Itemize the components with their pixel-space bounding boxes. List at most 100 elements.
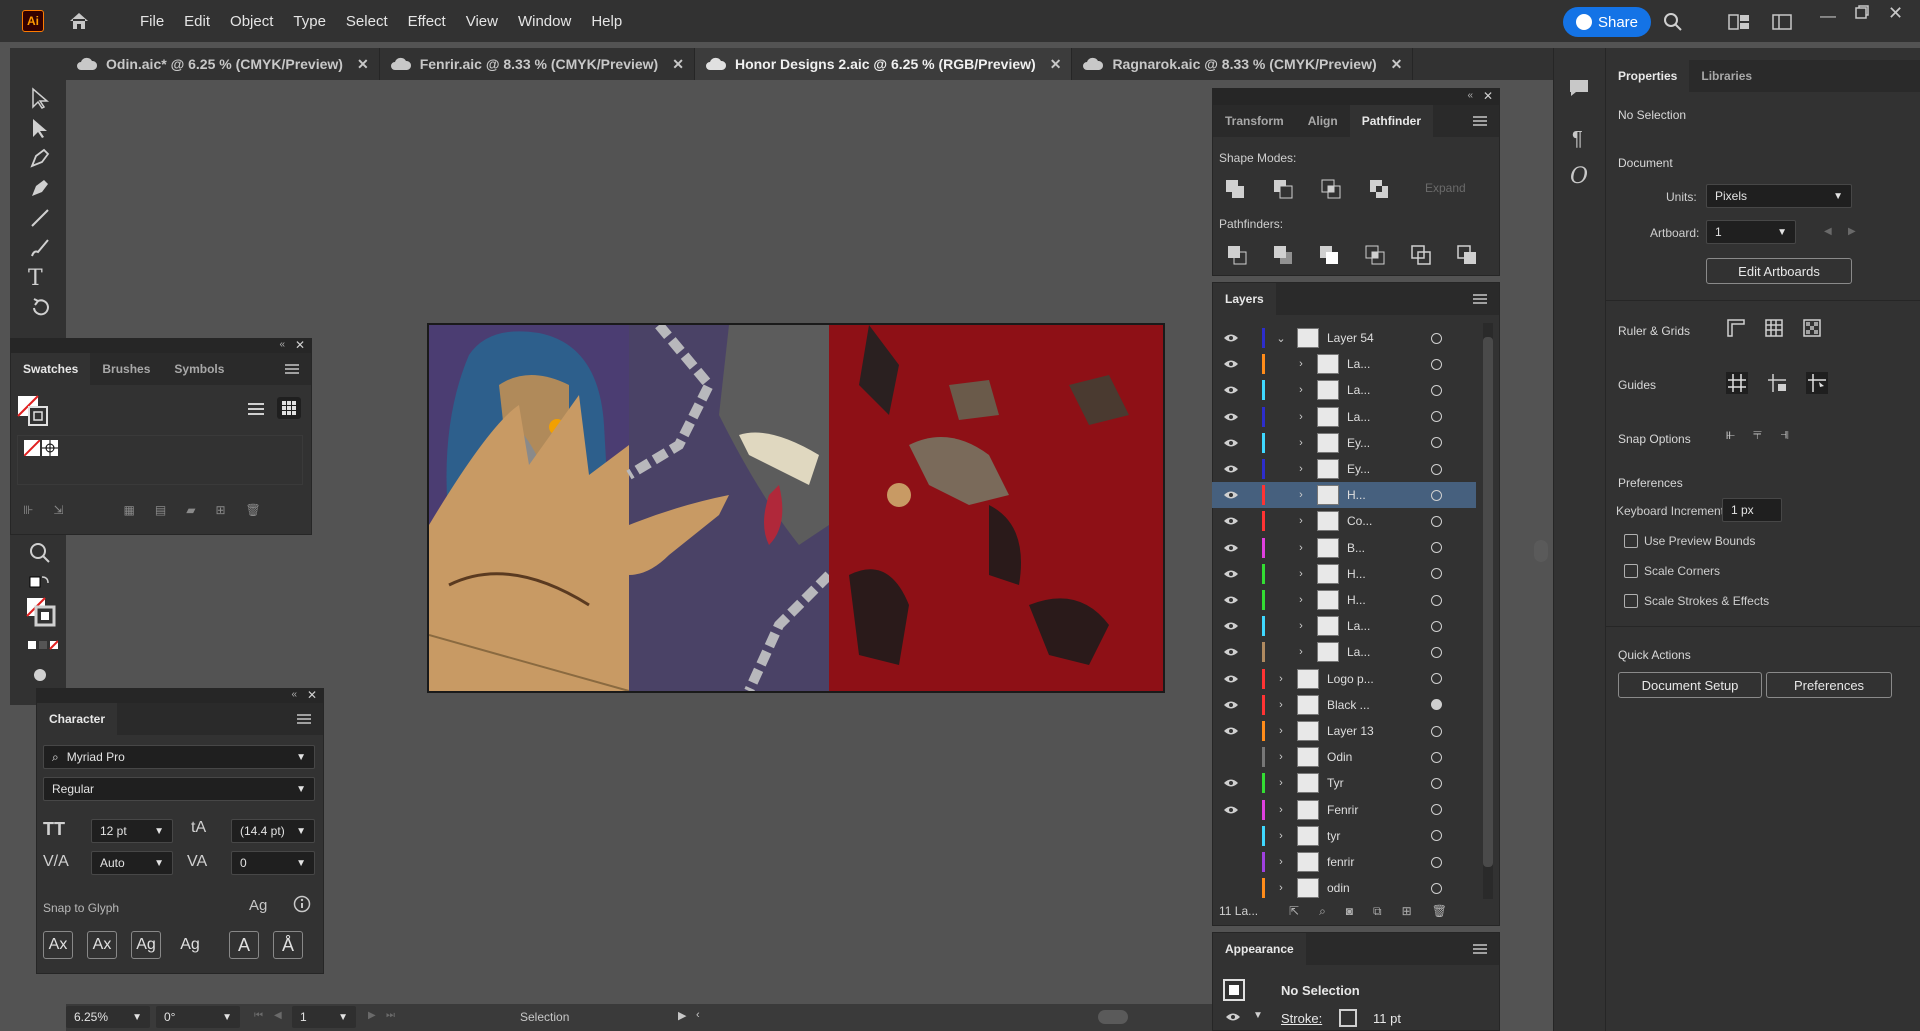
fill-stroke-swatch[interactable] bbox=[17, 395, 49, 427]
maximize-icon[interactable] bbox=[1855, 5, 1869, 19]
layer-row[interactable]: › H... bbox=[1212, 482, 1476, 509]
eye-icon[interactable] bbox=[1212, 359, 1250, 369]
workspace-icon[interactable] bbox=[1772, 14, 1792, 30]
chevron-right-icon[interactable]: › bbox=[1291, 620, 1311, 632]
target-icon[interactable] bbox=[1431, 882, 1442, 894]
target-icon[interactable] bbox=[1431, 332, 1442, 344]
share-button[interactable]: Share bbox=[1563, 7, 1651, 37]
target-icon[interactable] bbox=[1431, 515, 1442, 527]
stroke-label[interactable]: Stroke: bbox=[1281, 1011, 1322, 1026]
target-icon[interactable] bbox=[1431, 751, 1442, 763]
tab-transform[interactable]: Transform bbox=[1213, 105, 1296, 137]
target-icon[interactable] bbox=[1431, 673, 1442, 685]
layer-name[interactable]: Logo p... bbox=[1327, 672, 1407, 686]
target-icon[interactable] bbox=[1431, 830, 1442, 842]
snap-anchor-icon[interactable]: Å bbox=[273, 931, 303, 959]
leading-field[interactable]: (14.4 pt) ▼ bbox=[231, 819, 315, 843]
layer-row[interactable]: › odin bbox=[1212, 875, 1476, 901]
outline-icon[interactable] bbox=[1411, 245, 1431, 265]
menu-help[interactable]: Help bbox=[581, 13, 632, 30]
layer-name[interactable]: Black ... bbox=[1327, 698, 1407, 712]
scale-corners-checkbox[interactable] bbox=[1624, 564, 1638, 578]
list-view-icon[interactable] bbox=[247, 401, 265, 417]
snap-to-glyph-icon[interactable]: ⫣ bbox=[1780, 426, 1790, 444]
place-swatches-icon[interactable]: ⇲ bbox=[53, 503, 63, 525]
comments-icon[interactable] bbox=[1568, 78, 1590, 98]
use-preview-bounds-checkbox[interactable] bbox=[1624, 534, 1638, 548]
arrange-documents-icon[interactable] bbox=[1728, 14, 1750, 30]
keyboard-increment-field[interactable]: 1 px bbox=[1722, 498, 1782, 522]
layer-name[interactable]: tyr bbox=[1327, 829, 1407, 843]
previous-artboard-icon[interactable]: ◀ bbox=[274, 1010, 282, 1021]
layer-name[interactable]: La... bbox=[1347, 357, 1427, 371]
target-icon[interactable] bbox=[1431, 620, 1442, 632]
snap-to-pixel-icon[interactable]: ⫧ bbox=[1753, 426, 1762, 444]
chevron-right-icon[interactable]: › bbox=[1271, 699, 1291, 711]
eye-icon[interactable] bbox=[1212, 621, 1250, 631]
close-panel-icon[interactable]: ✕ bbox=[295, 338, 305, 352]
menu-edit[interactable]: Edit bbox=[174, 13, 220, 30]
chevron-right-icon[interactable]: › bbox=[1291, 358, 1311, 370]
swatch-options-icon[interactable]: ▤ bbox=[155, 503, 166, 525]
layer-row[interactable]: › Logo p... bbox=[1212, 666, 1476, 692]
none-swatch[interactable] bbox=[24, 440, 40, 456]
tab-swatches[interactable]: Swatches bbox=[11, 353, 91, 385]
horizontal-scroll-thumb[interactable] bbox=[1098, 1010, 1128, 1024]
eye-icon[interactable] bbox=[1212, 333, 1250, 343]
layer-row[interactable]: › Black ... bbox=[1212, 692, 1476, 718]
target-icon[interactable] bbox=[1431, 594, 1442, 606]
chevron-down-icon[interactable]: ⌄ bbox=[1271, 332, 1291, 345]
eye-icon[interactable] bbox=[1212, 464, 1250, 474]
layer-name[interactable]: La... bbox=[1347, 645, 1427, 659]
target-icon[interactable] bbox=[1431, 437, 1442, 449]
fill-stroke-icon[interactable] bbox=[26, 597, 56, 627]
eye-icon[interactable] bbox=[1212, 700, 1250, 710]
artboard[interactable] bbox=[427, 323, 1165, 693]
layer-name[interactable]: Fenrir bbox=[1327, 803, 1407, 817]
collapse-icon[interactable]: « bbox=[291, 689, 297, 700]
minus-front-icon[interactable] bbox=[1273, 179, 1293, 199]
scroll-left-icon[interactable]: ‹ bbox=[696, 1009, 700, 1021]
layer-row[interactable]: › Odin bbox=[1212, 744, 1476, 770]
trim-icon[interactable] bbox=[1273, 245, 1293, 265]
layer-row[interactable]: › La... bbox=[1212, 613, 1476, 639]
merge-icon[interactable] bbox=[1319, 245, 1339, 265]
eye-icon[interactable] bbox=[1212, 778, 1250, 788]
eye-icon[interactable] bbox=[1212, 805, 1250, 815]
chevron-right-icon[interactable]: › bbox=[1271, 830, 1291, 842]
layer-row[interactable]: ⌄ Layer 54 bbox=[1212, 325, 1476, 351]
search-icon[interactable] bbox=[1663, 12, 1683, 32]
grid-view-icon[interactable] bbox=[277, 397, 301, 419]
snap-to-point-icon[interactable]: ⫦ bbox=[1726, 426, 1735, 444]
layer-row[interactable]: › Ey... bbox=[1212, 430, 1476, 456]
locate-object-icon[interactable]: ⌕ bbox=[1319, 904, 1326, 919]
chevron-right-icon[interactable]: › bbox=[1291, 489, 1311, 501]
new-layer-icon[interactable]: ⊞ bbox=[1402, 904, 1412, 918]
panel-menu-icon[interactable] bbox=[1473, 116, 1487, 126]
close-panel-icon[interactable]: ✕ bbox=[1483, 89, 1493, 103]
rulers-icon[interactable] bbox=[1726, 318, 1746, 338]
layer-name[interactable]: odin bbox=[1327, 881, 1407, 895]
artboard-select[interactable]: 1 ▼ bbox=[1706, 220, 1796, 244]
chevron-down-icon[interactable]: ▼ bbox=[1253, 1010, 1263, 1021]
zoom-tool-icon[interactable] bbox=[28, 541, 52, 565]
target-icon[interactable] bbox=[1431, 725, 1442, 737]
layer-name[interactable]: La... bbox=[1347, 410, 1427, 424]
tracking-field[interactable]: 0 ▼ bbox=[231, 851, 315, 875]
registration-swatch[interactable] bbox=[42, 440, 58, 456]
target-icon[interactable] bbox=[1431, 463, 1442, 475]
target-icon[interactable] bbox=[1431, 411, 1442, 423]
tab-character[interactable]: Character bbox=[37, 703, 118, 735]
smart-guides-icon[interactable] bbox=[1806, 372, 1828, 394]
collapse-icon[interactable]: « bbox=[279, 339, 285, 350]
edit-artboards-button[interactable]: Edit Artboards bbox=[1706, 258, 1852, 284]
draw-mode-icon[interactable] bbox=[28, 663, 52, 687]
layer-name[interactable]: Tyr bbox=[1327, 776, 1407, 790]
layer-name[interactable]: H... bbox=[1347, 567, 1427, 581]
menu-window[interactable]: Window bbox=[508, 13, 581, 30]
chevron-right-icon[interactable]: › bbox=[1271, 751, 1291, 763]
eye-icon[interactable] bbox=[1212, 569, 1250, 579]
snap-proximity-icon[interactable]: Ag bbox=[175, 931, 205, 959]
zoom-select[interactable]: 6.25% ▼ bbox=[66, 1006, 150, 1028]
layer-name[interactable]: Ey... bbox=[1347, 436, 1427, 450]
